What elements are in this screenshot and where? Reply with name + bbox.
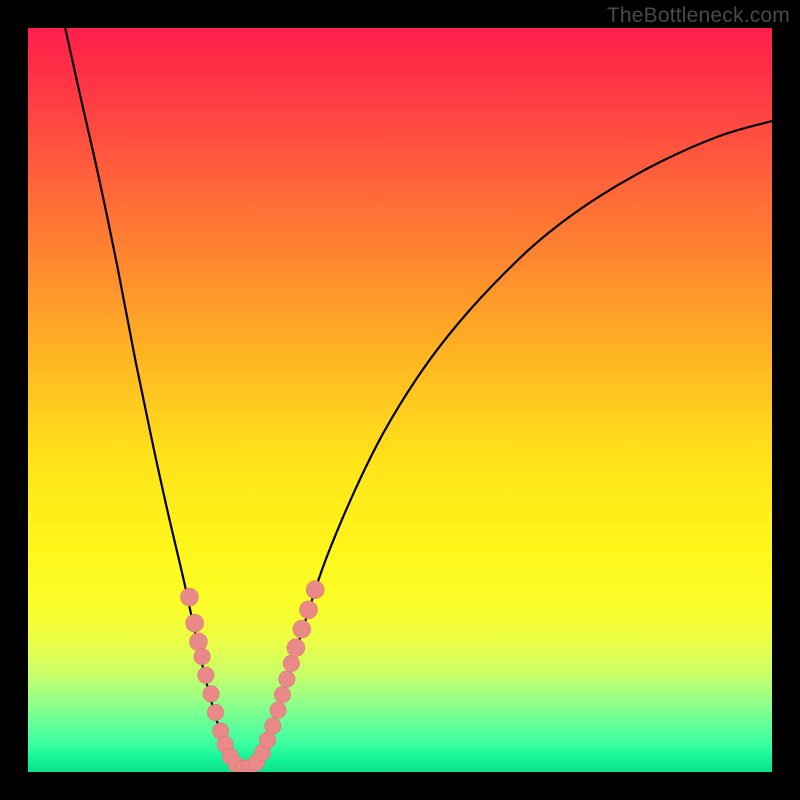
marker-dot xyxy=(194,649,210,665)
marker-dot xyxy=(186,614,204,632)
plot-svg xyxy=(28,28,772,772)
plot-area xyxy=(28,28,772,772)
marker-dot xyxy=(198,667,214,683)
marker-dot xyxy=(293,620,311,638)
marker-dot xyxy=(189,633,207,651)
marker-dot xyxy=(265,718,281,734)
marker-dot xyxy=(181,588,199,606)
marker-dot xyxy=(287,639,305,657)
marker-dot xyxy=(300,601,318,619)
bottleneck-curve xyxy=(65,28,772,770)
marker-dot xyxy=(270,702,286,718)
marker-dot xyxy=(283,655,299,671)
marker-dot xyxy=(203,686,219,702)
watermark-text: TheBottleneck.com xyxy=(607,4,790,28)
highlight-markers xyxy=(181,581,325,772)
marker-dot xyxy=(207,704,223,720)
marker-dot xyxy=(306,581,324,599)
marker-dot xyxy=(274,686,290,702)
marker-dot xyxy=(279,671,295,687)
